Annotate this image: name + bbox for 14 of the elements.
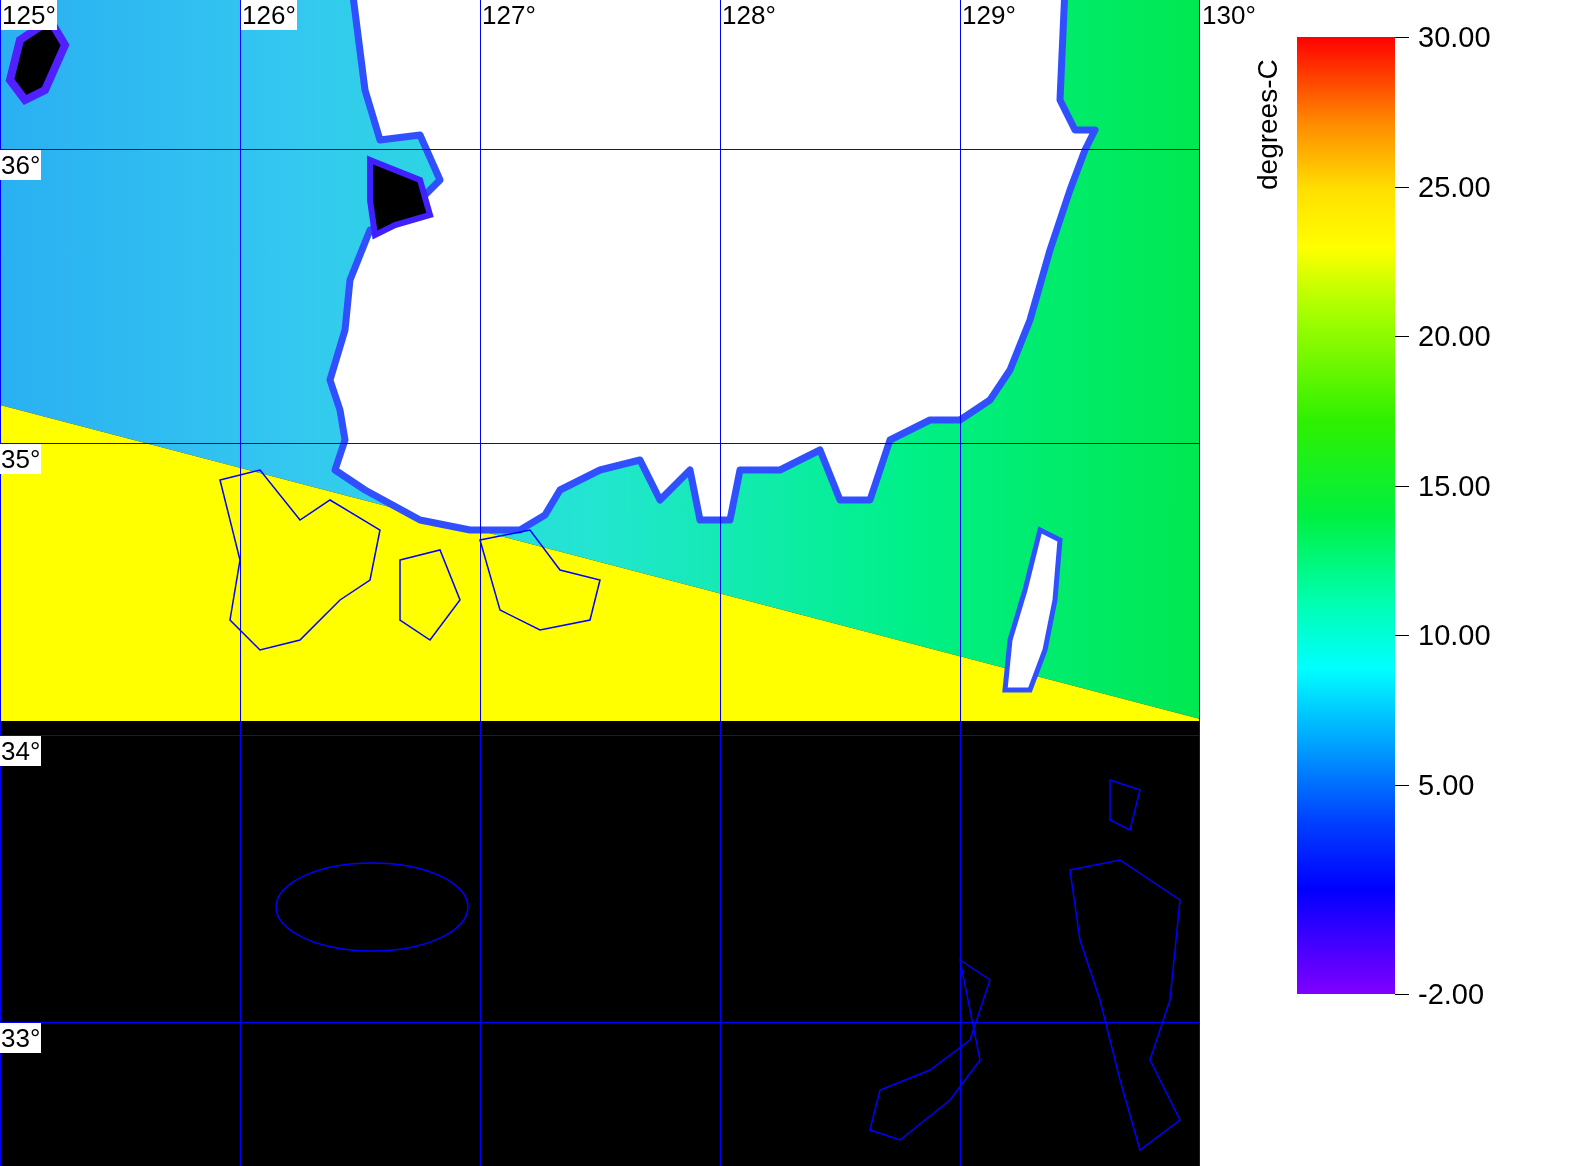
scale-label: 10.00 — [1418, 618, 1491, 653]
scale-label: 5.00 — [1418, 767, 1475, 802]
scale-label: 15.00 — [1418, 468, 1491, 503]
longitude-label: 125° — [1, 0, 57, 30]
scale-label: 30.00 — [1418, 20, 1491, 54]
longitude-label: 126° — [241, 0, 297, 30]
latitude-label: 36° — [0, 150, 42, 180]
scale-label: 25.00 — [1418, 169, 1491, 204]
latitude-label: 35° — [0, 444, 42, 474]
scale-title: degrees-C — [1252, 59, 1284, 190]
scale-label: -2.00 — [1418, 977, 1485, 1011]
scale-label: 20.00 — [1418, 319, 1491, 354]
latitude-label: 33° — [0, 1023, 42, 1053]
latitude-label: 34° — [0, 736, 42, 766]
